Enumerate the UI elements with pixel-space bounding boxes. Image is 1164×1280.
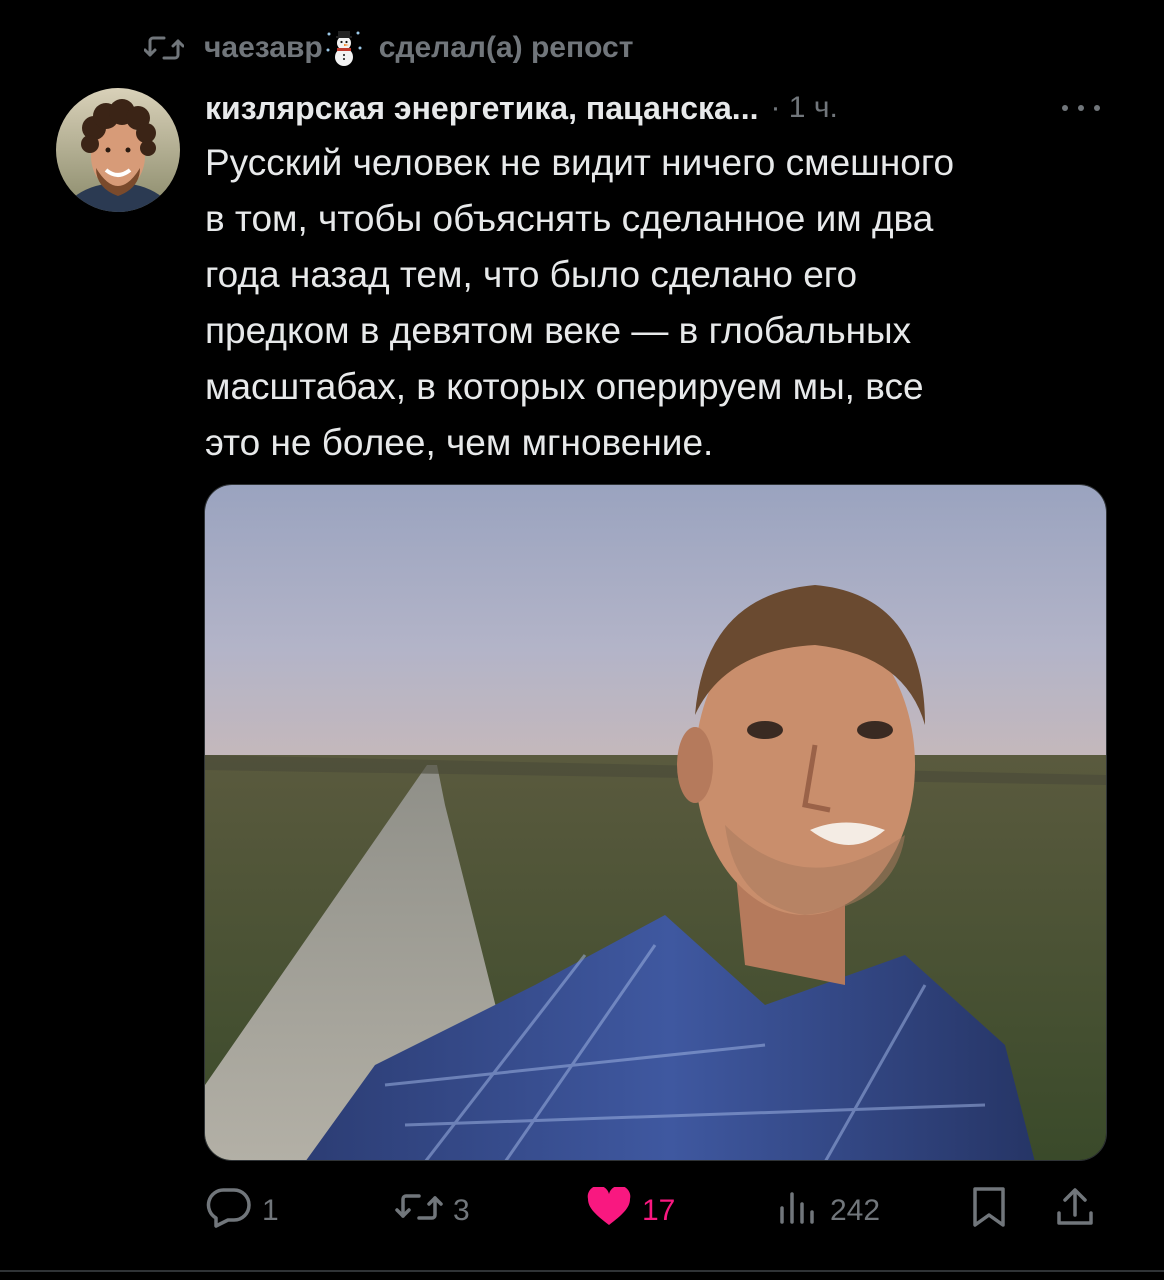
more-dots-icon[interactable] [1059, 100, 1103, 121]
reply-count: 1 [262, 1194, 279, 1227]
repost-icon [144, 33, 184, 63]
like-count: 17 [642, 1194, 676, 1227]
divider [0, 1270, 1164, 1272]
views-button[interactable]: 242 [778, 1186, 880, 1236]
views-icon [778, 1188, 820, 1234]
post-time[interactable]: · 1 ч. [770, 91, 837, 125]
bookmark-button[interactable] [970, 1186, 1008, 1236]
heart-icon [586, 1185, 632, 1235]
post-header: кизлярская энергетика, пацанска... · 1 ч… [205, 86, 1125, 130]
views-count: 242 [830, 1194, 881, 1227]
post-media-image[interactable] [204, 484, 1107, 1161]
post-text: Русский человек не видит ничего смешного… [205, 142, 955, 463]
action-bar: 1 3 17 242 [0, 1185, 1164, 1236]
repost-header: чаезавр сделал(а) репост [144, 28, 633, 68]
share-icon [1054, 1185, 1096, 1237]
repost-count: 3 [453, 1194, 470, 1227]
reply-button[interactable]: 1 [206, 1186, 279, 1236]
share-button[interactable] [1054, 1186, 1096, 1236]
repost-username[interactable]: чаезавр [204, 31, 323, 65]
repost-label: сделал(а) репост [378, 31, 634, 64]
snowman-icon [325, 28, 363, 68]
repost-icon [395, 1190, 443, 1232]
like-button[interactable]: 17 [586, 1185, 676, 1236]
author-name[interactable]: кизлярская энергетика, пацанска... [205, 90, 758, 127]
bookmark-icon [970, 1185, 1008, 1237]
avatar[interactable] [56, 88, 180, 212]
reply-icon [206, 1186, 252, 1236]
repost-button[interactable]: 3 [395, 1186, 470, 1236]
